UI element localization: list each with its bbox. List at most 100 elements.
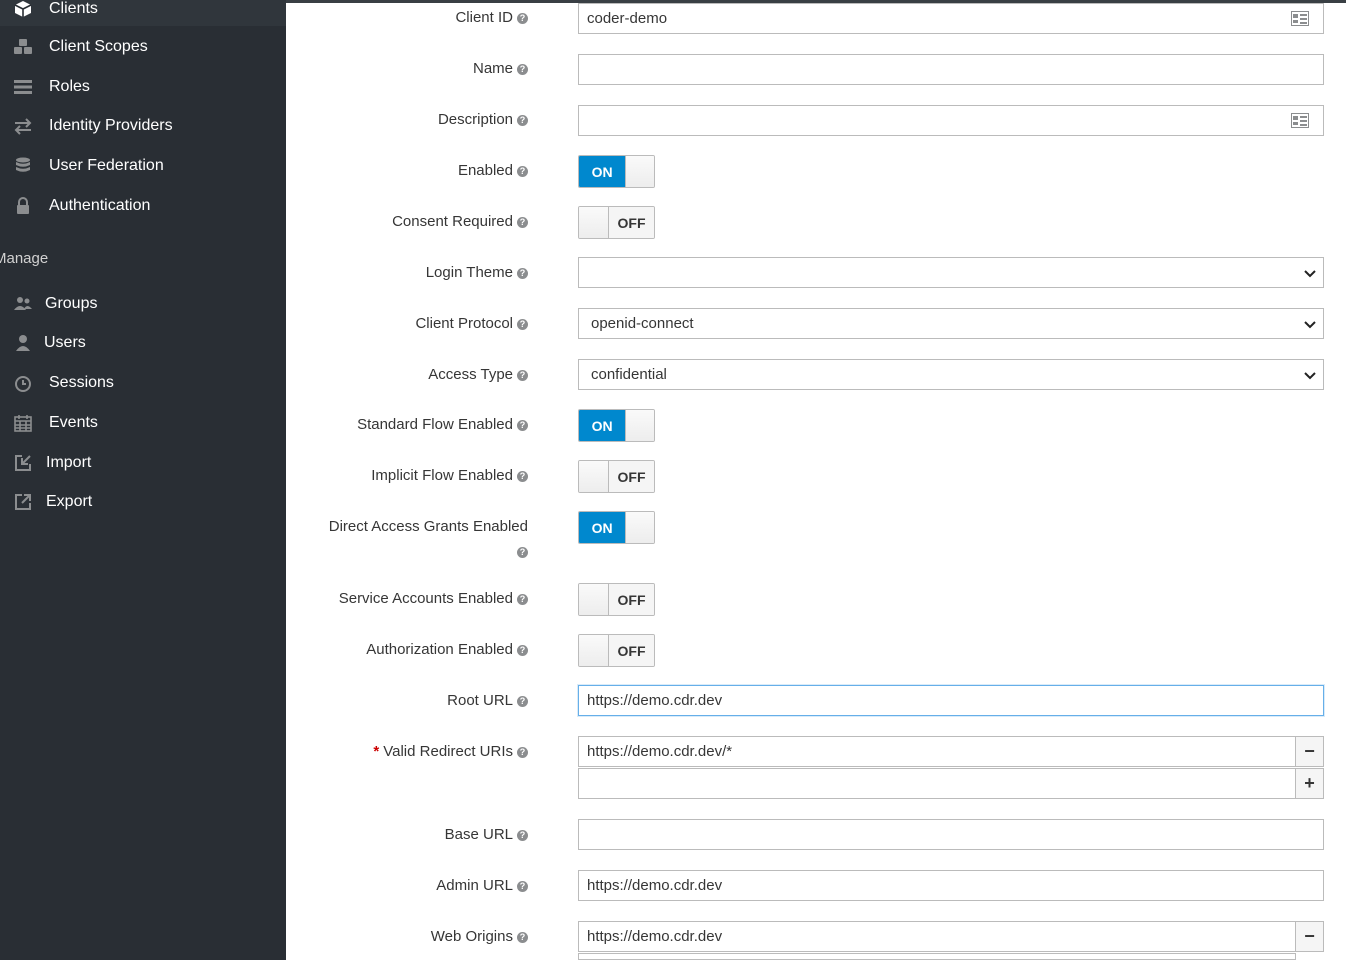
help-icon[interactable]: ?	[517, 471, 528, 482]
toggle-knob	[579, 461, 609, 492]
enabled-toggle[interactable]: ON	[578, 155, 655, 188]
authorization-toggle[interactable]: OFF	[578, 634, 655, 667]
name-label: Name?	[473, 60, 528, 77]
client-protocol-value: openid-connect	[591, 315, 694, 332]
direct-access-label: Direct Access Grants Enabled	[329, 518, 528, 535]
cubes-icon	[12, 36, 34, 58]
consent-required-label: Consent Required?	[392, 213, 528, 230]
help-icon[interactable]: ?	[517, 420, 528, 431]
consent-required-toggle[interactable]: OFF	[578, 206, 655, 239]
sidebar-item-identity-providers[interactable]: Identity Providers	[0, 110, 286, 142]
cube-icon	[12, 0, 34, 20]
sidebar-item-user-federation[interactable]: User Federation	[0, 150, 286, 182]
valid-redirect-input-2[interactable]	[578, 768, 1296, 799]
sidebar-item-label: User Federation	[49, 157, 164, 175]
login-theme-select[interactable]	[578, 257, 1324, 288]
manage-section-label: Manage	[0, 250, 48, 267]
direct-access-help: ?	[513, 543, 528, 560]
root-url-label: Root URL?	[447, 692, 528, 709]
sidebar-item-authentication[interactable]: Authentication	[0, 190, 286, 222]
base-url-input[interactable]	[578, 819, 1324, 850]
remove-redirect-button[interactable]: −	[1295, 736, 1324, 767]
help-icon[interactable]: ?	[517, 696, 528, 707]
sidebar-item-events[interactable]: Events	[0, 407, 286, 439]
help-icon[interactable]: ?	[517, 932, 528, 943]
help-icon[interactable]: ?	[517, 881, 528, 892]
description-label: Description?	[438, 111, 528, 128]
exchange-icon	[12, 115, 34, 137]
help-icon[interactable]: ?	[517, 13, 528, 24]
help-icon[interactable]: ?	[517, 594, 528, 605]
client-id-value: coder-demo	[587, 10, 667, 27]
toggle-state: OFF	[609, 584, 654, 615]
sidebar-item-sessions[interactable]: Sessions	[0, 367, 286, 399]
sidebar-item-export[interactable]: Export	[0, 486, 286, 518]
valid-redirect-label: *Valid Redirect URIs?	[373, 743, 528, 760]
add-redirect-button[interactable]: +	[1295, 768, 1324, 799]
service-accounts-toggle[interactable]: OFF	[578, 583, 655, 616]
web-origins-input-2[interactable]	[578, 953, 1296, 960]
toggle-state: ON	[579, 156, 625, 187]
name-input[interactable]	[578, 54, 1324, 85]
sidebar-item-label: Import	[46, 454, 91, 472]
client-protocol-label-text: Client Protocol	[415, 315, 513, 332]
sidebar-item-label: Users	[44, 334, 86, 352]
address-card-icon[interactable]	[1291, 113, 1309, 128]
lock-icon	[12, 195, 34, 217]
sidebar-item-client-scopes[interactable]: Client Scopes	[0, 31, 286, 63]
enabled-label: Enabled?	[458, 162, 528, 179]
toggle-knob	[579, 584, 609, 615]
sidebar-item-users[interactable]: Users	[0, 327, 286, 359]
help-icon[interactable]: ?	[517, 115, 528, 126]
sidebar-item-label: Identity Providers	[49, 117, 173, 135]
help-icon[interactable]: ?	[517, 268, 528, 279]
remove-web-origin-button[interactable]: −	[1295, 921, 1324, 952]
sidebar-item-label: Client Scopes	[49, 38, 148, 56]
root-url-input[interactable]: https://demo.cdr.dev	[578, 685, 1324, 716]
help-icon[interactable]: ?	[517, 645, 528, 656]
direct-access-label-text: Direct Access Grants Enabled	[329, 518, 528, 535]
help-icon[interactable]: ?	[517, 370, 528, 381]
standard-flow-label-text: Standard Flow Enabled	[357, 416, 513, 433]
sidebar-item-import[interactable]: Import	[0, 447, 286, 479]
web-origins-input-1[interactable]: https://demo.cdr.dev	[578, 921, 1296, 952]
address-card-icon[interactable]	[1291, 11, 1309, 26]
direct-access-toggle[interactable]: ON	[578, 511, 655, 544]
sidebar-item-label: Authentication	[49, 197, 150, 215]
valid-redirect-input-1[interactable]: https://demo.cdr.dev/*	[578, 736, 1296, 767]
access-type-select[interactable]: confidential	[578, 359, 1324, 390]
root-url-value: https://demo.cdr.dev	[587, 692, 722, 709]
web-origins-label: Web Origins?	[431, 928, 528, 945]
consent-required-label-text: Consent Required	[392, 213, 513, 230]
sidebar-item-groups[interactable]: Groups	[0, 288, 286, 320]
standard-flow-toggle[interactable]: ON	[578, 409, 655, 442]
toggle-knob	[625, 410, 654, 441]
client-protocol-select[interactable]: openid-connect	[578, 308, 1324, 339]
client-id-input[interactable]: coder-demo	[578, 3, 1324, 34]
description-input[interactable]	[578, 105, 1324, 136]
help-icon[interactable]: ?	[517, 830, 528, 841]
help-icon[interactable]: ?	[517, 319, 528, 330]
sidebar-item-roles[interactable]: Roles	[0, 71, 286, 103]
valid-redirect-label-text: Valid Redirect URIs	[383, 743, 513, 760]
service-accounts-label: Service Accounts Enabled?	[339, 590, 528, 607]
required-marker: *	[373, 743, 379, 760]
help-icon[interactable]: ?	[517, 747, 528, 758]
sidebar-item-clients[interactable]: Clients	[0, 0, 286, 25]
sidebar-item-label: Export	[46, 493, 92, 511]
sidebar-item-label: Clients	[49, 0, 98, 18]
sidebar-item-label: Events	[49, 414, 98, 432]
authorization-label-text: Authorization Enabled	[366, 641, 513, 658]
admin-url-label-text: Admin URL	[436, 877, 513, 894]
help-icon[interactable]: ?	[517, 217, 528, 228]
user-icon	[12, 332, 34, 354]
web-origins-label-text: Web Origins	[431, 928, 513, 945]
help-icon[interactable]: ?	[517, 547, 528, 558]
implicit-flow-toggle[interactable]: OFF	[578, 460, 655, 493]
authorization-label: Authorization Enabled?	[366, 641, 528, 658]
users-icon	[12, 293, 34, 315]
implicit-flow-label-text: Implicit Flow Enabled	[371, 467, 513, 484]
admin-url-input[interactable]: https://demo.cdr.dev	[578, 870, 1324, 901]
help-icon[interactable]: ?	[517, 64, 528, 75]
help-icon[interactable]: ?	[517, 166, 528, 177]
